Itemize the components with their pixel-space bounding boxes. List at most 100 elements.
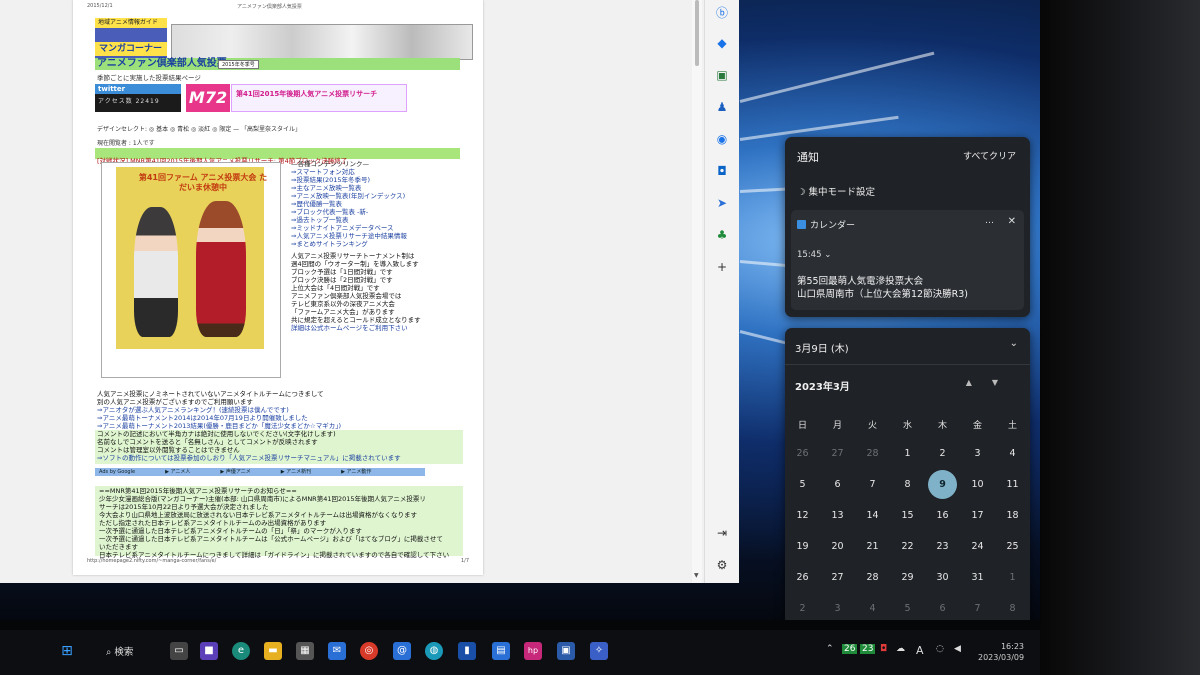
bottom-link[interactable]: ⇒アニオタが選ぶ人気アニメランキング！(速続投票は僕んでです) [97,406,467,414]
calendar-month[interactable]: 2023年3月 [795,378,850,393]
calendar-day[interactable]: 20 [820,531,855,562]
scrollbar-thumb[interactable] [695,0,699,66]
bing-icon[interactable]: ⓑ [705,4,739,21]
ime-indicator[interactable]: A [916,644,924,657]
calendar-day[interactable]: 1 [995,562,1030,593]
calendar-day[interactable]: 26 [785,562,820,593]
calendar-day[interactable]: 8 [890,469,925,500]
calendar-day[interactable]: 24 [960,531,995,562]
menu-link[interactable]: ⇒アニメ放映一覧表(年別インデックス) [291,192,407,200]
taskbar-clock[interactable]: 16:23 2023/03/09 [978,641,1024,663]
cloud-icon[interactable]: ☁ [896,644,905,654]
teams-icon[interactable]: ■ [200,642,218,660]
file-explorer-icon[interactable]: ▬ [264,642,282,660]
mail-icon[interactable]: ✉ [328,642,346,660]
clear-all-button[interactable]: すべてクリア [963,149,1016,162]
menu-link[interactable]: ⇒歴代優勝一覧表 [291,200,407,208]
season-select[interactable]: 2015年冬季号 [218,60,259,69]
tray-chevron-icon[interactable]: ⌃ [826,644,834,654]
calendar-day[interactable]: 27 [820,562,855,593]
menu-link[interactable]: ⇒投票結果(2015年冬季号) [291,176,407,184]
news-bar[interactable]: [対戦状況] MNR第41回2015年後期人気アニメ投票リサーチ: 第4節ブロッ… [95,148,460,165]
calendar-notification-card[interactable]: カレンダー … ✕ 15:45 ⌄ 第55回最萌人気電滲投票大会 山口県周南市（… [791,210,1024,310]
store-icon[interactable]: ▦ [296,642,314,660]
network-app-icon[interactable]: ▣ [557,642,575,660]
add-icon[interactable]: + [705,260,739,274]
menu-link[interactable]: ⇒過去トップ一覧表 [291,216,407,224]
calendar-day[interactable]: 22 [890,531,925,562]
calendar-day[interactable]: 5 [785,469,820,500]
calendar-day[interactable]: 10 [960,469,995,500]
hpb-icon[interactable]: hp [524,642,542,660]
calendar-day[interactable]: 30 [925,562,960,593]
menu-link[interactable]: ⇒主なアニメ放映一覧表 [291,184,407,192]
calendar-day[interactable]: 3 [960,438,995,469]
tray-app-icon[interactable]: ◘ [880,644,887,654]
send-icon[interactable]: ➤ [705,196,739,210]
menu-link[interactable]: ⇒まとめサイトランキング [291,240,407,248]
calendar-day[interactable]: 4 [995,438,1030,469]
bottom-link[interactable]: ⇒ソフトの動作については投票参加のしおり「人気アニメ投票リサーチマニュアル」に掲… [97,454,467,462]
ads-item[interactable]: ▶ アニメ人 [165,468,190,476]
at-icon[interactable]: @ [393,642,411,660]
tray-badge[interactable]: 23 [860,644,876,654]
bottom-link[interactable]: ⇒アニメ最萌トーナメント2013結果(優勝・鹿目まどか「魔法少女まどか☆マギカ」… [97,422,467,430]
toolbox-icon[interactable]: ▣ [705,68,739,82]
calendar-day[interactable]: 31 [960,562,995,593]
calendar-day[interactable]: 18 [995,500,1030,531]
tray-badge[interactable]: 26 [842,644,858,654]
calendar-day[interactable]: 11 [995,469,1030,500]
office-icon[interactable]: ◉ [705,132,739,146]
app-blue-icon[interactable]: ✧ [590,642,608,660]
calendar-date-header[interactable]: 3月9日 (木) [795,340,849,355]
ads-item[interactable]: ▶ 声優アニメ [220,468,250,476]
close-notification-icon[interactable]: ✕ [1008,216,1016,227]
menu-link[interactable]: ⇒人気アニメ投票リサーチ途中結果情報 [291,232,407,240]
m72-logo[interactable]: M72 [186,84,230,112]
menu-link-new[interactable]: ⇒ブロック代表一覧表 -新- [291,208,407,216]
menu-link[interactable]: ⇒ミッドナイトアニメデータベース [291,224,407,232]
notification-time[interactable]: 15:45 ⌄ [797,250,831,260]
calendar-day[interactable]: 2 [925,438,960,469]
calendar-day-selected[interactable]: 9 [925,469,960,500]
calendar-day[interactable]: 14 [855,500,890,531]
calendar-day[interactable]: 15 [890,500,925,531]
tree-icon[interactable]: ♣ [705,228,739,242]
calendar-day[interactable]: 23 [925,531,960,562]
volume-icon[interactable]: ◀ [954,644,961,654]
edge-icon[interactable]: e [232,642,250,660]
more-options-icon[interactable]: … [985,216,994,226]
ads-item[interactable]: ▶ アニメ動作 [341,468,371,476]
book-icon[interactable]: ▮ [458,642,476,660]
taskbar-search[interactable]: ⌕ 検索 [106,644,133,658]
calendar-day[interactable]: 29 [890,562,925,593]
sidebar-toggle-icon[interactable]: ⇥ [705,526,739,540]
calendar-day[interactable]: 7 [855,469,890,500]
focus-mode-button[interactable]: ☽ 集中モード設定 [797,184,875,198]
calendar-day[interactable]: 28 [855,438,890,469]
calendar-day[interactable]: 16 [925,500,960,531]
people-icon[interactable]: ♟ [705,100,739,114]
menu-link[interactable]: ⇒スマートフォン対応 [291,168,407,176]
calendar-day[interactable]: 19 [785,531,820,562]
illustration-image[interactable]: 第41回ファーム アニメ投票大会 ただいま休憩中 [116,167,267,349]
calendar-day[interactable]: 6 [820,469,855,500]
design-select[interactable]: デザインセレクト: ◎ 基本 ◎ 青松 ◎ 淡紅 ◎ 限定 — 「高梨里奈スタイ… [97,124,301,133]
scroll-down-arrow-icon[interactable]: ▼ [694,572,699,579]
calendar-day[interactable]: 26 [785,438,820,469]
start-windows-icon[interactable]: ⊞ [58,642,76,660]
task-view-icon[interactable]: ▭ [170,642,188,660]
wifi-icon[interactable]: ◌ [936,644,944,654]
info-link[interactable]: 詳細は公式ホームページをご利用下さい [291,324,461,332]
voting-research-banner[interactable]: 第41回2015年後期人気アニメ投票リサーチ [231,84,407,112]
calendar-day[interactable]: 21 [855,531,890,562]
calendar-day[interactable]: 28 [855,562,890,593]
ads-item[interactable]: ▶ アニメ新刊 [281,468,311,476]
ads-bar[interactable]: Ads by Google ▶ アニメ人 ▶ 声優アニメ ▶ アニメ新刊 ▶ ア… [95,468,425,476]
calendar-day[interactable]: 1 [890,438,925,469]
settings-gear-icon[interactable]: ⚙ [705,558,739,572]
calendar-day[interactable]: 27 [820,438,855,469]
tag-icon[interactable]: ◆ [705,36,739,50]
collapse-chevron-icon[interactable]: ⌄ [1010,338,1018,349]
scrollbar[interactable]: ▼ [692,0,702,583]
